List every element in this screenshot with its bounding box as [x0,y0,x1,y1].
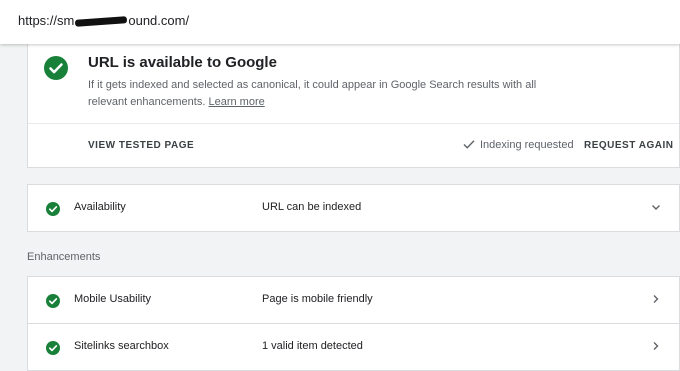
status-title: URL is available to Google [88,54,277,71]
check-circle-icon [46,341,60,355]
sitelinks-searchbox-row[interactable]: Sitelinks searchbox 1 valid item detecte… [27,323,680,371]
request-again-button[interactable]: REQUEST AGAIN [584,140,673,151]
url-suffix: ound.com/ [128,13,190,28]
check-circle-icon [44,56,68,80]
learn-more-link[interactable]: Learn more [208,96,264,108]
check-icon [463,140,475,149]
mobile-usability-value: Page is mobile friendly [262,293,373,305]
availability-row[interactable]: Availability URL can be indexed [27,184,680,232]
view-tested-page-button[interactable]: VIEW TESTED PAGE [88,140,194,151]
url-prefix: https://sm [18,13,75,28]
availability-value: URL can be indexed [262,201,362,213]
indexing-status-text: Indexing requested [480,138,574,151]
sitelinks-searchbox-label: Sitelinks searchbox [74,340,169,352]
check-circle-icon [46,202,60,216]
redaction-mark [75,16,128,27]
mobile-usability-label: Mobile Usability [74,293,152,305]
enhancements-heading: Enhancements [27,251,101,263]
check-circle-icon [46,294,60,308]
divider [28,123,679,124]
status-description: If it gets indexed and selected as canon… [88,77,538,111]
chevron-right-icon[interactable] [649,292,663,306]
mobile-usability-row[interactable]: Mobile Usability Page is mobile friendly [27,276,680,324]
address-bar: https://sm ound.com/ [0,0,680,44]
chevron-right-icon[interactable] [649,339,663,353]
availability-label: Availability [74,201,126,213]
sitelinks-searchbox-value: 1 valid item detected [262,340,363,352]
url-text[interactable]: https://sm ound.com/ [18,13,189,28]
chevron-down-icon[interactable] [649,200,663,214]
status-description-text: If it gets indexed and selected as canon… [88,79,537,108]
indexing-status: Indexing requested [462,138,574,152]
url-status-card: URL is available to Google If it gets in… [27,38,680,168]
